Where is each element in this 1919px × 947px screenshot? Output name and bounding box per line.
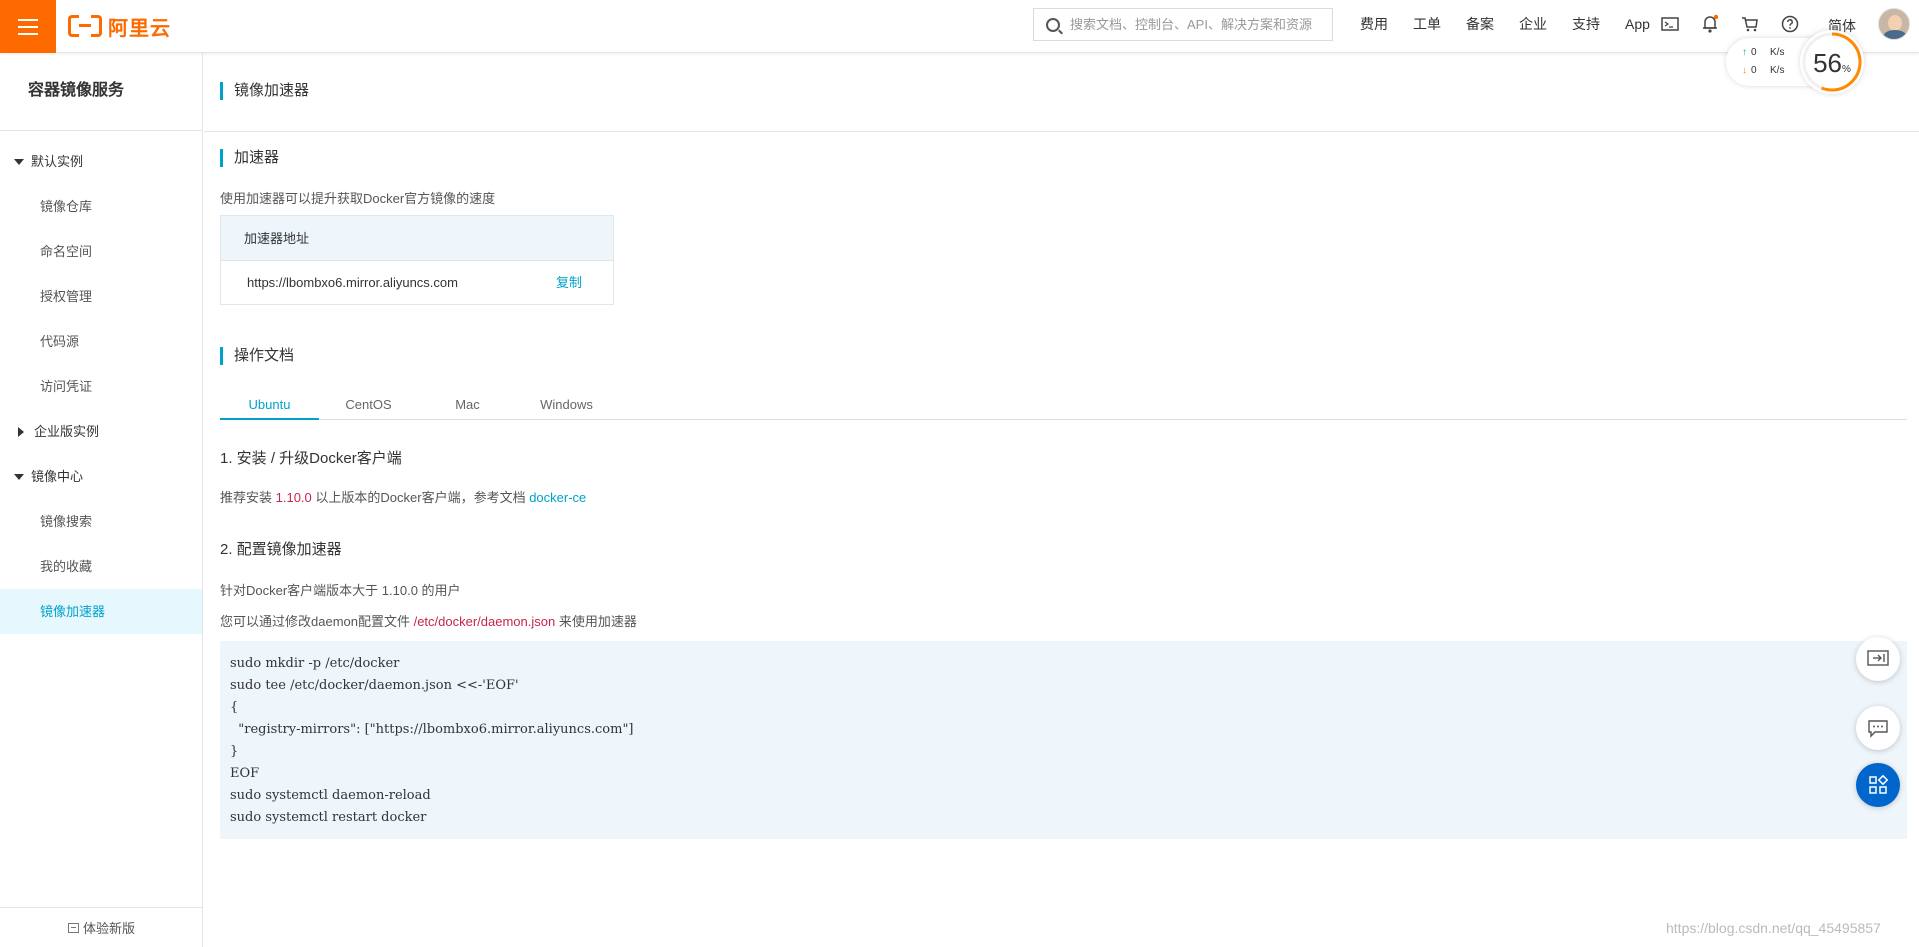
- watermark: https://blog.csdn.net/qq_45495857: [1666, 920, 1881, 936]
- arrow-down-icon: ↓: [1742, 65, 1747, 76]
- nav-fees[interactable]: 费用: [1360, 14, 1388, 34]
- bell-icon[interactable]: [1700, 14, 1720, 34]
- main-content: 镜像加速器 加速器 使用加速器可以提升获取Docker官方镜像的速度 加速器地址…: [204, 53, 1919, 947]
- download-value: 0: [1751, 65, 1757, 76]
- page-title: 镜像加速器: [220, 82, 309, 100]
- step2-line2: 您可以通过修改daemon配置文件 /etc/docker/daemon.jso…: [220, 611, 637, 630]
- step1-title: 1. 安装 / 升级Docker客户端: [220, 450, 402, 467]
- tab-ubuntu[interactable]: Ubuntu: [220, 390, 319, 420]
- sidebar: 容器镜像服务 默认实例 镜像仓库 命名空间 授权管理 代码源 访问凭证 企业版实…: [0, 53, 203, 947]
- docker-ce-link[interactable]: docker-ce: [529, 490, 586, 505]
- sidebar-group-default[interactable]: 默认实例: [0, 139, 202, 184]
- nav-icp[interactable]: 备案: [1466, 14, 1494, 34]
- collapse-panel-icon: [1867, 650, 1889, 666]
- sidebar-group-label: 镜像中心: [31, 469, 84, 484]
- page-header: 镜像加速器: [204, 53, 1919, 132]
- daemon-json-path: /etc/docker/daemon.json: [413, 614, 556, 629]
- try-new-version-button[interactable]: 体验新版: [0, 907, 203, 947]
- download-unit: K/s: [1770, 65, 1785, 76]
- accelerator-address-row: https://lbombxo6.mirror.aliyuncs.com 复制: [221, 261, 613, 305]
- sidebar-item-authorization[interactable]: 授权管理: [0, 274, 202, 319]
- nav-support[interactable]: 支持: [1572, 14, 1600, 34]
- step2-text-pre: 您可以通过修改daemon配置文件: [220, 614, 414, 629]
- collapse-panel-button[interactable]: [1856, 637, 1900, 681]
- tab-mac[interactable]: Mac: [418, 390, 517, 420]
- upload-unit: K/s: [1770, 47, 1785, 58]
- sidebar-group-label: 默认实例: [31, 154, 84, 169]
- accelerator-table: 加速器地址 https://lbombxo6.mirror.aliyuncs.c…: [220, 215, 614, 305]
- code-block[interactable]: sudo mkdir -p /etc/docker sudo tee /etc/…: [220, 641, 1907, 839]
- help-icon[interactable]: [1780, 14, 1800, 34]
- aliyun-logo[interactable]: 阿里云: [68, 11, 171, 41]
- menu-button[interactable]: [0, 0, 56, 53]
- sidebar-item-credentials[interactable]: 访问凭证: [0, 364, 202, 409]
- accelerator-section-title: 加速器: [220, 149, 279, 167]
- step2-title: 2. 配置镜像加速器: [220, 541, 342, 558]
- caret-down-icon: [14, 158, 24, 165]
- sidebar-item-accelerator[interactable]: 镜像加速器: [0, 589, 202, 634]
- sidebar-item-repositories[interactable]: 镜像仓库: [0, 184, 202, 229]
- step1-version: 1.10.0: [275, 490, 312, 505]
- switch-version-icon: [67, 922, 79, 933]
- sidebar-item-code-source[interactable]: 代码源: [0, 319, 202, 364]
- sidebar-group-enterprise[interactable]: 企业版实例: [0, 409, 202, 454]
- avatar[interactable]: [1878, 8, 1910, 40]
- copy-button[interactable]: 复制: [556, 261, 582, 305]
- caret-down-icon: [14, 473, 24, 480]
- nav-tickets[interactable]: 工单: [1413, 14, 1441, 34]
- sidebar-item-image-search[interactable]: 镜像搜索: [0, 499, 202, 544]
- step1-text-pre: 推荐安装: [220, 490, 276, 505]
- accelerator-description: 使用加速器可以提升获取Docker官方镜像的速度: [220, 191, 496, 206]
- upload-speed: ↑ 0: [1742, 47, 1757, 58]
- docs-section-title: 操作文档: [220, 347, 294, 365]
- step1-text-mid: 以上版本的Docker客户端，参考文档: [311, 490, 530, 505]
- nav-app[interactable]: App: [1625, 16, 1650, 32]
- sidebar-group-image-center[interactable]: 镜像中心: [0, 454, 202, 499]
- apps-grid-icon: [1869, 775, 1888, 794]
- tab-windows[interactable]: Windows: [517, 390, 616, 420]
- terminal-icon[interactable]: [1660, 14, 1680, 34]
- download-speed: ↓ 0: [1742, 65, 1757, 76]
- tab-centos[interactable]: CentOS: [319, 390, 418, 420]
- top-bar: 阿里云 费用 工单 备案 企业 支持 App 简体: [0, 0, 1919, 53]
- try-new-version-label: 体验新版: [82, 921, 135, 936]
- memory-gauge[interactable]: 56%: [1800, 30, 1864, 94]
- sidebar-item-namespaces[interactable]: 命名空间: [0, 229, 202, 274]
- hamburger-icon: [18, 18, 38, 35]
- caret-right-icon: [18, 426, 24, 437]
- nav-enterprise[interactable]: 企业: [1519, 14, 1547, 34]
- top-nav: 费用 工单 备案 企业 支持 App: [1360, 0, 1675, 48]
- feedback-button[interactable]: [1856, 706, 1900, 750]
- apps-button[interactable]: [1856, 763, 1900, 807]
- search-input[interactable]: [1070, 17, 1330, 32]
- step2-line1: 针对Docker客户端版本大于 1.10.0 的用户: [220, 583, 461, 598]
- sidebar-item-favorites[interactable]: 我的收藏: [0, 544, 202, 589]
- step2-text-post: 来使用加速器: [555, 614, 637, 629]
- accelerator-address: https://lbombxo6.mirror.aliyuncs.com: [247, 275, 458, 290]
- step1-description: 推荐安装 1.10.0 以上版本的Docker客户端，参考文档 docker-c…: [220, 487, 586, 506]
- arrow-up-icon: ↑: [1742, 47, 1747, 58]
- upload-value: 0: [1751, 47, 1757, 58]
- os-tabs: Ubuntu CentOS Mac Windows: [220, 390, 1907, 420]
- aliyun-logo-icon: [68, 15, 102, 37]
- search-box[interactable]: [1033, 8, 1333, 41]
- logo-text: 阿里云: [108, 17, 171, 40]
- accelerator-table-header: 加速器地址: [221, 216, 613, 261]
- gauge-value: 56%: [1813, 48, 1851, 78]
- chat-icon: [1868, 720, 1888, 738]
- sidebar-group-label: 企业版实例: [34, 424, 100, 439]
- sidebar-title: 容器镜像服务: [0, 53, 202, 131]
- search-icon: [1046, 17, 1060, 32]
- cart-icon[interactable]: [1740, 14, 1760, 34]
